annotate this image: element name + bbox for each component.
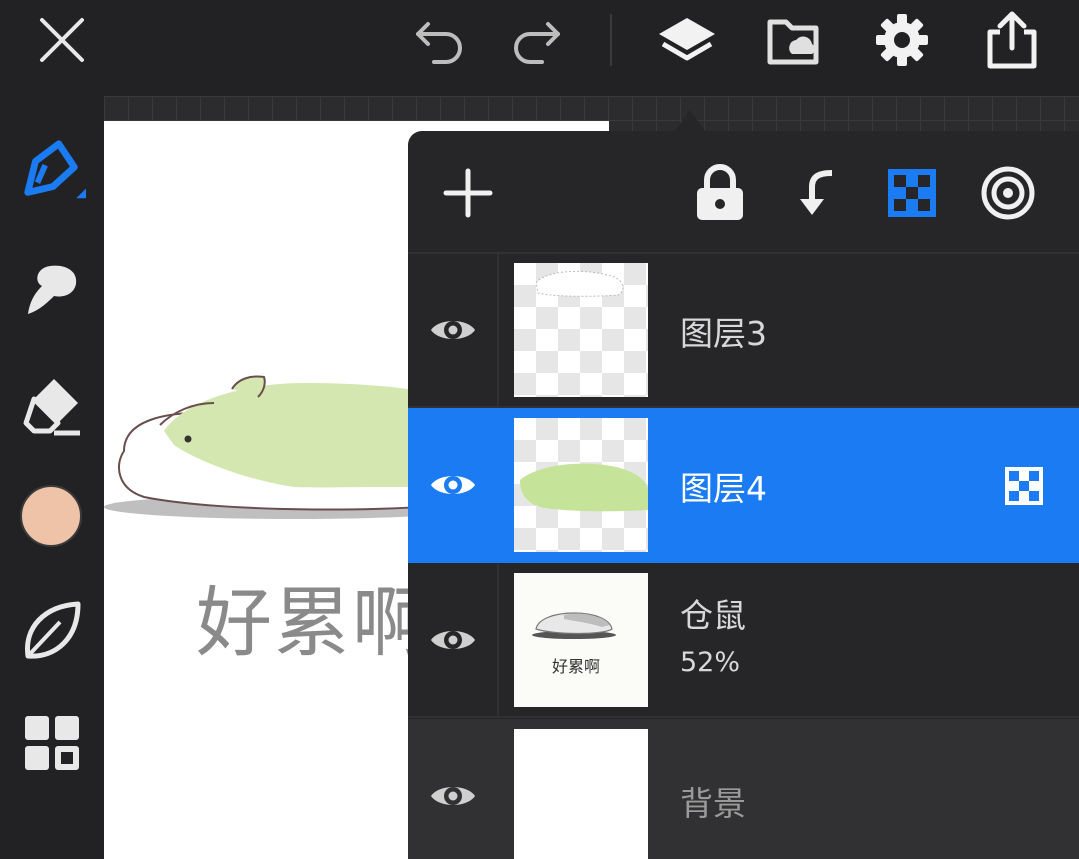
eye-icon[interactable] — [428, 615, 478, 665]
row-divider — [497, 563, 499, 716]
pen-icon[interactable] — [18, 138, 86, 206]
layer-thumbnail — [514, 418, 648, 552]
gallery-icon[interactable] — [18, 709, 86, 777]
reference-icon[interactable] — [976, 161, 1040, 225]
close-icon[interactable] — [30, 8, 94, 72]
canvas-caption: 好累啊 — [196, 578, 430, 667]
background-layer-row[interactable]: 背景 — [408, 719, 1079, 859]
eraser-icon[interactable] — [18, 371, 86, 439]
layers-panel: 图层3 图层4 好累啊 仓鼠 52% 背景 — [408, 131, 1079, 859]
alpha-lock-badge-icon — [1004, 466, 1044, 506]
eye-icon[interactable] — [428, 771, 478, 821]
eye-icon[interactable] — [428, 305, 478, 355]
layers-icon[interactable] — [655, 8, 719, 72]
layer-thumbnail: 好累啊 — [514, 573, 648, 707]
layer-name: 图层4 — [680, 469, 767, 508]
color-swatch[interactable] — [20, 485, 82, 547]
left-toolbar — [0, 96, 104, 859]
layers-panel-toolbar — [408, 131, 1079, 254]
alpha-lock-icon[interactable] — [880, 161, 944, 225]
add-icon[interactable] — [436, 161, 500, 225]
redo-icon[interactable] — [504, 8, 568, 72]
layer-row-selected[interactable]: 图层4 — [408, 408, 1079, 563]
share-icon[interactable] — [980, 8, 1044, 72]
leaf-icon[interactable] — [18, 596, 86, 664]
panel-pointer — [674, 110, 706, 132]
layer-name: 仓鼠 — [680, 596, 746, 635]
row-divider — [497, 719, 499, 859]
folder-cloud-icon[interactable] — [762, 8, 826, 72]
row-divider — [497, 408, 499, 561]
layer-name: 背景 — [680, 784, 746, 823]
top-toolbar — [0, 0, 1079, 96]
row-divider — [497, 253, 499, 406]
layer-opacity: 52% — [680, 647, 741, 678]
thumbnail-caption: 好累啊 — [552, 657, 601, 676]
layer-row[interactable]: 图层3 — [408, 253, 1079, 408]
smudge-icon[interactable] — [18, 254, 86, 322]
layer-thumbnail — [514, 263, 648, 397]
gear-icon[interactable] — [870, 8, 934, 72]
eye-icon[interactable] — [428, 460, 478, 510]
toolbar-divider — [610, 14, 612, 66]
layer-row[interactable]: 好累啊 仓鼠 52% — [408, 563, 1079, 718]
undo-icon[interactable] — [408, 8, 472, 72]
layer-thumbnail — [514, 729, 648, 859]
layer-name: 图层3 — [680, 314, 767, 353]
lock-icon[interactable] — [688, 161, 752, 225]
merge-down-icon[interactable] — [784, 161, 848, 225]
